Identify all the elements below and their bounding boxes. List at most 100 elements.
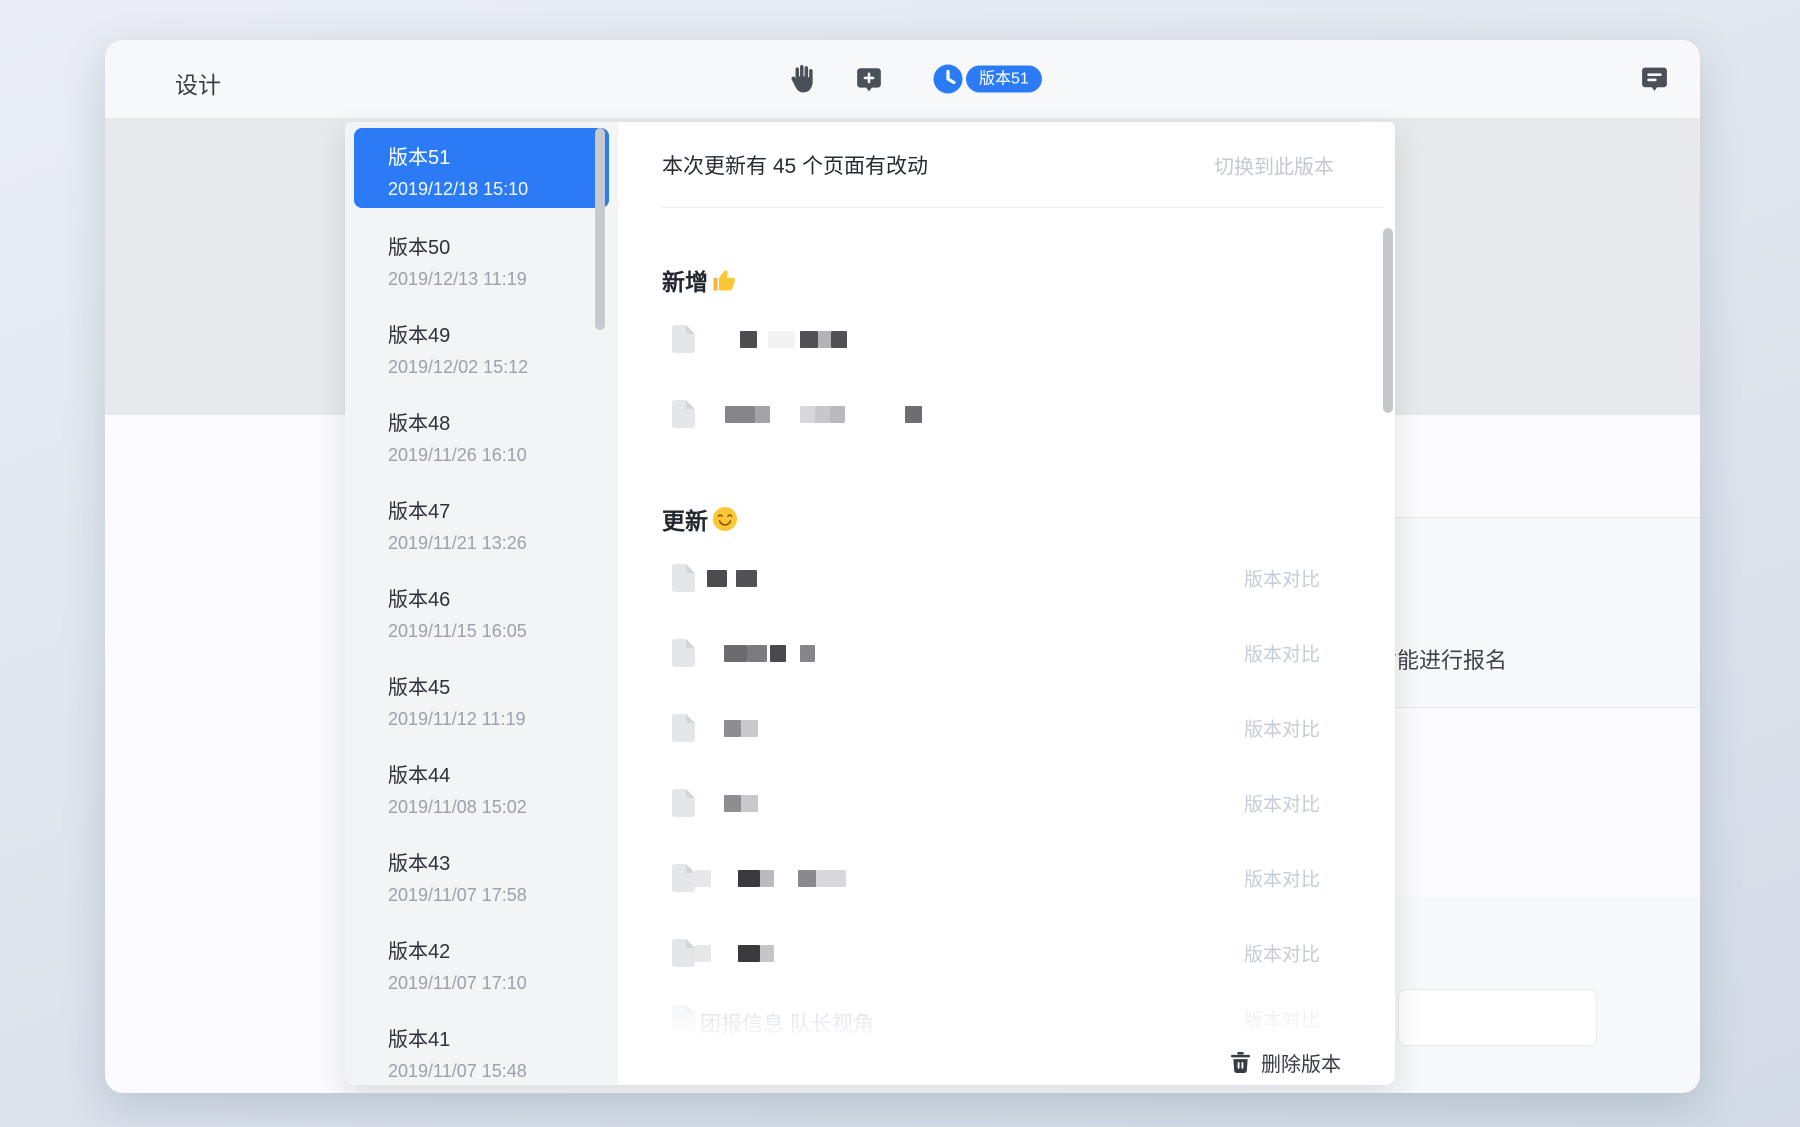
change-section: 新增 (662, 265, 1351, 428)
version-label: 版本50 (388, 231, 618, 260)
page-row[interactable] (662, 400, 1351, 428)
page-name: 团报信息 队长视角 (700, 1008, 874, 1038)
redacted-page-name-block (760, 870, 774, 887)
history-clock-icon[interactable] (933, 64, 963, 94)
top-toolbar: 设计 版本51 (105, 40, 1700, 118)
redacted-page-name-block (800, 406, 815, 423)
version-date: 2019/11/15 16:05 (388, 621, 618, 642)
version-date: 2019/11/08 15:02 (388, 797, 618, 818)
version-label: 版本43 (388, 847, 618, 876)
version-list-item[interactable]: 版本50 2019/12/13 11:19 (345, 208, 618, 296)
page-title: 设计 (175, 66, 221, 100)
version-list-item[interactable]: 版本42 2019/11/07 17:10 (345, 912, 618, 1000)
page-row[interactable]: 版本对比 (662, 789, 1351, 817)
redacted-page-name-block (736, 570, 757, 587)
header-divider (662, 207, 1383, 208)
section-rows: 版本对比版本对比版本对比版本对比版本对比版本对比 (662, 564, 1351, 967)
page-row[interactable]: 版本对比 (662, 939, 1351, 967)
sidebar-scrollbar[interactable] (595, 128, 605, 330)
redacted-page-name-block (798, 870, 816, 887)
change-list: 新增更新版本对比版本对比版本对比版本对比版本对比版本对比 团报信息 队长视角 版… (618, 265, 1395, 1033)
section-title: 新增 (662, 265, 1351, 295)
version-sidebar: 版本512019/12/18 15:10 版本50 2019/12/13 11:19… (345, 122, 618, 1085)
section-rows (662, 325, 1351, 428)
page-row[interactable]: 版本对比 (662, 639, 1351, 667)
version-label: 版本45 (388, 671, 618, 700)
main-scrollbar[interactable] (1383, 228, 1393, 413)
version-date: 2019/12/13 11:19 (388, 269, 618, 290)
page-row[interactable]: 版本对比 (662, 864, 1351, 892)
update-summary: 本次更新有 45 个页面有改动 (662, 150, 928, 180)
version-list-item-selected[interactable]: 版本512019/12/18 15:10 (354, 128, 609, 208)
redacted-page-name-block (741, 720, 758, 737)
app-window: 才能进行报名 设计 版本51 版本512019/12/18 15:10版本502… (105, 40, 1700, 1093)
redacted-page-name-block (755, 406, 770, 423)
delete-version-label: 删除版本 (1261, 1048, 1341, 1077)
compare-version-button[interactable]: 版本对比 (1244, 640, 1320, 667)
page-row[interactable]: 版本对比 (662, 714, 1351, 742)
compare-version-button[interactable]: 版本对比 (1244, 715, 1320, 742)
version-list-item[interactable]: 版本492019/12/02 15:12 (345, 296, 618, 384)
version-list-item[interactable]: 版本45 2019/11/12 11:19 (345, 648, 618, 736)
redacted-page-name-block (724, 645, 747, 662)
redacted-page-name-block (818, 331, 831, 348)
page-row[interactable]: 版本对比 (662, 564, 1351, 592)
page-row[interactable] (662, 325, 1351, 353)
page-icon (672, 639, 695, 667)
compare-version-button[interactable]: 版本对比 (1244, 865, 1320, 892)
redacted-page-name-block (724, 720, 741, 737)
redacted-page-name-block (695, 945, 711, 962)
page-icon (672, 789, 695, 817)
version-list-item[interactable]: 版本482019/11/26 16:10 (345, 384, 618, 472)
version-date: 2019/11/07 17:10 (388, 973, 618, 994)
switch-version-button[interactable]: 切换到此版本 (1214, 151, 1334, 180)
comments-icon[interactable] (1639, 64, 1670, 95)
page-row-faded[interactable]: 团报信息 队长视角 版本对比 (662, 1005, 1351, 1033)
version-list: 版本512019/12/18 15:10 版本50 2019/12/13 11:19… (345, 122, 618, 1085)
redacted-page-name-block (707, 570, 727, 587)
current-version-badge[interactable]: 版本51 (966, 66, 1042, 93)
preview-input-box (1398, 989, 1597, 1046)
version-list-item[interactable]: 版本412019/11/07 15:48 (345, 1000, 618, 1085)
redacted-page-name-block (831, 331, 847, 348)
delete-version-button[interactable]: 删除版本 (1230, 1048, 1341, 1077)
page-icon (672, 864, 695, 892)
section-title-text: 新增 (662, 263, 708, 297)
redacted-page-name-block (815, 406, 830, 423)
version-date: 2019/12/02 15:12 (388, 357, 618, 378)
version-date: 2019/11/26 16:10 (388, 445, 618, 466)
version-label: 版本42 (388, 935, 618, 964)
redacted-page-name-block (741, 795, 758, 812)
version-date: 2019/11/07 15:48 (388, 1061, 618, 1082)
redacted-page-name-block (725, 406, 755, 423)
version-list-item[interactable]: 版本432019/11/07 17:58 (345, 824, 618, 912)
version-history-panel: 版本512019/12/18 15:10 版本50 2019/12/13 11:19… (345, 122, 1395, 1085)
compare-version-button[interactable]: 版本对比 (1244, 790, 1320, 817)
redacted-page-name-block (770, 645, 786, 662)
compare-version-button[interactable]: 版本对比 (1244, 565, 1320, 592)
redacted-page-name-block (695, 870, 711, 887)
compare-version-button[interactable]: 版本对比 (1244, 1006, 1320, 1033)
version-date: 2019/11/12 11:19 (388, 709, 618, 730)
redacted-page-name-block (740, 331, 757, 348)
hand-tool-icon[interactable] (788, 64, 815, 95)
page-icon (672, 325, 695, 353)
version-list-item[interactable]: 版本442019/11/08 15:02 (345, 736, 618, 824)
version-detail-pane: 本次更新有 45 个页面有改动 切换到此版本 新增更新版本对比版本对比版本对比版… (618, 122, 1395, 1085)
page-icon (672, 400, 695, 428)
version-label: 版本46 (388, 583, 618, 612)
version-list-item[interactable]: 版本46 2019/11/15 16:05 (345, 560, 618, 648)
page-icon (672, 1005, 695, 1033)
compare-version-button[interactable]: 版本对比 (1244, 940, 1320, 967)
redacted-page-name-block (738, 870, 760, 887)
version-date: 2019/11/21 13:26 (388, 533, 618, 554)
version-label: 版本51 (388, 141, 609, 170)
redacted-page-name-block (905, 406, 922, 423)
version-list-item[interactable]: 版本472019/11/21 13:26 (345, 472, 618, 560)
redacted-page-name-block (816, 870, 846, 887)
page-icon (672, 714, 695, 742)
add-comment-icon[interactable] (855, 65, 883, 93)
change-section: 更新版本对比版本对比版本对比版本对比版本对比版本对比 (662, 504, 1351, 967)
redacted-page-name-block (830, 406, 845, 423)
redacted-page-name-block (800, 645, 815, 662)
